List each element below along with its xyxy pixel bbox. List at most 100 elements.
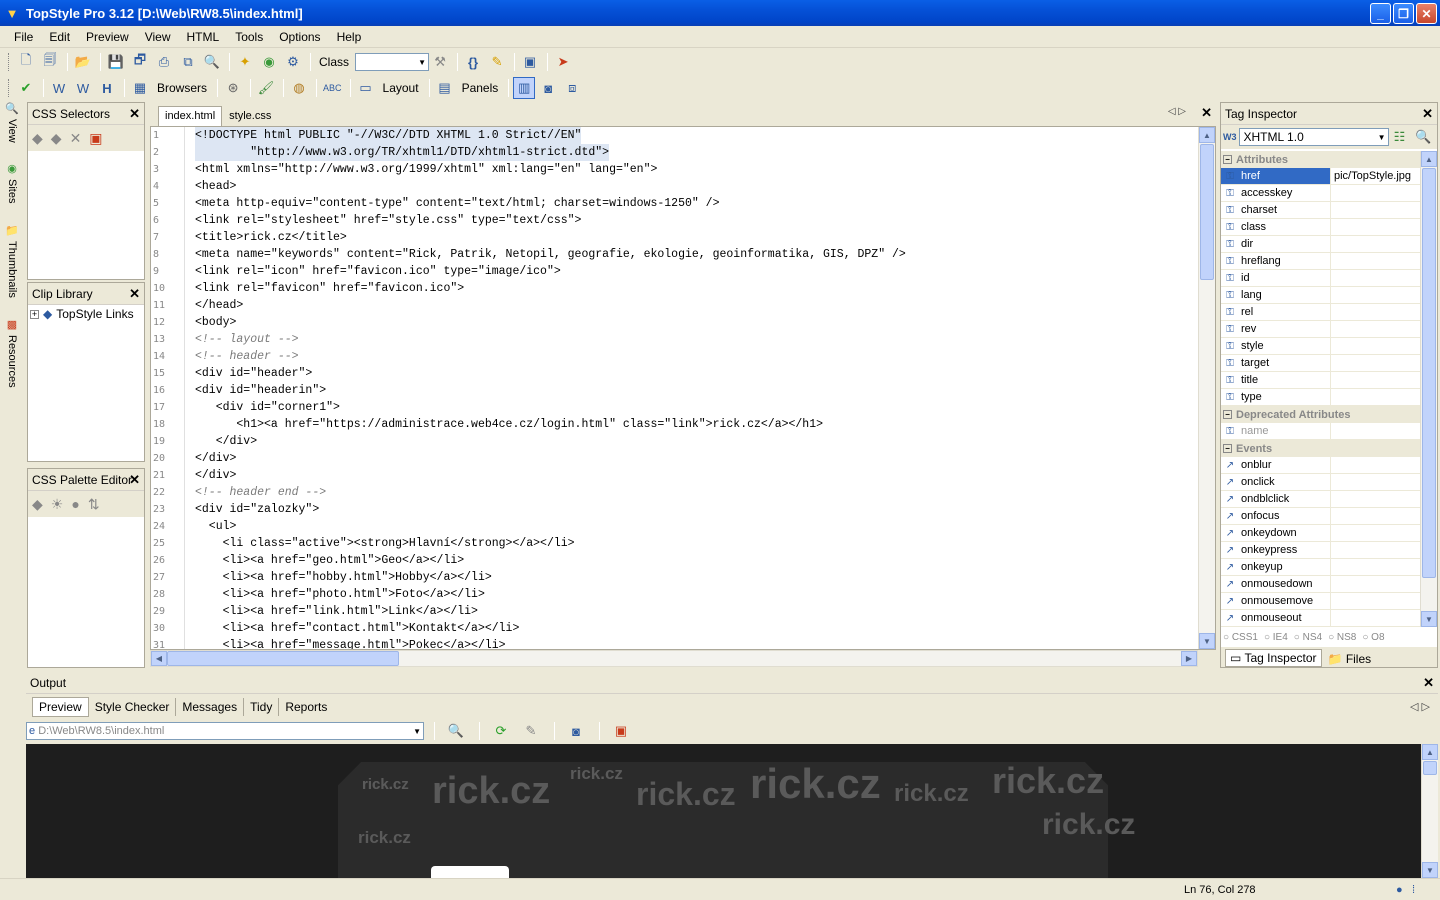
property-value[interactable]: pic/TopStyle.jpg — [1331, 168, 1423, 184]
doctype-dropdown[interactable]: XHTML 1.0 ▼ — [1238, 128, 1389, 146]
property-row[interactable]: ⚿ charset — [1221, 202, 1423, 219]
side-tab-thumbnails[interactable]: 📁 Thumbnails — [2, 224, 22, 314]
preview-search-icon[interactable]: 🔍 — [445, 720, 467, 742]
property-row[interactable]: ↗ onmouseout — [1221, 610, 1423, 627]
code-line[interactable]: <head> — [195, 178, 236, 195]
code-line[interactable]: <div id="headerin"> — [195, 382, 326, 399]
insert-image-icon[interactable]: ✦ — [234, 51, 256, 73]
code-line[interactable]: <li class="active"><strong>Hlavní</stron… — [195, 535, 575, 552]
property-value[interactable] — [1331, 202, 1423, 218]
property-value[interactable] — [1331, 253, 1423, 269]
property-row[interactable]: ↗ onkeypress — [1221, 542, 1423, 559]
menu-help[interactable]: Help — [329, 30, 370, 44]
list-icon[interactable]: ☷ — [1389, 126, 1411, 148]
tab-reports[interactable]: Reports — [279, 698, 333, 716]
property-row[interactable]: ↗ ondblclick — [1221, 491, 1423, 508]
print-icon[interactable]: ⎙ — [153, 51, 175, 73]
menu-preview[interactable]: Preview — [78, 30, 137, 44]
side-tab-view[interactable]: 🔍 View — [2, 102, 22, 158]
property-row[interactable]: ↗ onmousedown — [1221, 576, 1423, 593]
bucket-icon[interactable]: ◆ — [32, 496, 43, 513]
close-tab-icon[interactable]: ✕ — [1201, 105, 1212, 121]
code-line[interactable]: <link rel="stylesheet" href="style.css" … — [195, 212, 581, 229]
external-preview-icon[interactable]: ▣ — [610, 720, 632, 742]
tidy-icon[interactable]: ⊛ — [222, 77, 244, 99]
save-all-icon[interactable]: 🗗 — [129, 51, 151, 73]
preview-view-icon[interactable]: ◙ — [537, 77, 559, 99]
property-row[interactable]: ⚿ style — [1221, 338, 1423, 355]
collapse-icon[interactable]: − — [1223, 155, 1232, 164]
radio-ns8[interactable]: ○ NS8 — [1328, 632, 1356, 643]
run-icon[interactable]: ➤ — [552, 51, 574, 73]
property-value[interactable] — [1331, 372, 1423, 388]
layout-button[interactable]: Layout — [379, 77, 423, 99]
scroll-up-icon[interactable]: ▲ — [1421, 151, 1437, 167]
add-selector-icon[interactable]: ◆ — [32, 130, 43, 147]
radio-o8[interactable]: ○ O8 — [1362, 632, 1384, 643]
close-icon[interactable]: ✕ — [129, 286, 140, 302]
close-icon[interactable]: ✕ — [1423, 675, 1434, 691]
preview-pane[interactable]: rick.cz rick.cz rick.cz rick.cz rick.cz rick.… — [26, 744, 1422, 878]
property-value[interactable] — [1331, 593, 1423, 609]
code-line[interactable]: <meta name="keywords" content="Rick, Pat… — [195, 246, 906, 263]
property-row[interactable]: ⚿ type — [1221, 389, 1423, 406]
tab-style-checker[interactable]: Style Checker — [89, 698, 177, 716]
property-value[interactable] — [1331, 355, 1423, 371]
browsers-button[interactable]: Browsers — [153, 77, 211, 99]
code-line[interactable]: <li><a href="link.html">Link</a></li> — [195, 603, 478, 620]
code-line[interactable]: <title>rick.cz</title> — [195, 229, 347, 246]
scroll-up-icon[interactable]: ▲ — [1199, 127, 1215, 143]
property-value[interactable] — [1331, 474, 1423, 490]
edit-style-icon[interactable]: ✎ — [486, 51, 508, 73]
tab-messages[interactable]: Messages — [176, 698, 245, 716]
property-row[interactable]: ↗ onclick — [1221, 474, 1423, 491]
expand-icon[interactable]: + — [30, 309, 39, 319]
code-line[interactable]: <meta http-equiv="content-type" content=… — [195, 195, 720, 212]
property-value[interactable] — [1331, 270, 1423, 286]
refresh-icon[interactable]: ⟳ — [490, 720, 512, 742]
export-icon[interactable]: ▣ — [89, 130, 102, 147]
property-row[interactable]: ↗ onkeyup — [1221, 559, 1423, 576]
code-line[interactable]: <link rel="icon" href="favicon.ico" type… — [195, 263, 561, 280]
side-tab-sites[interactable]: ◉ Sites — [2, 162, 22, 218]
tab-tidy[interactable]: Tidy — [244, 698, 280, 716]
braces-icon[interactable]: {} — [462, 51, 484, 73]
property-value[interactable] — [1331, 559, 1423, 575]
collapse-icon[interactable]: − — [1223, 444, 1232, 453]
pencil-icon[interactable]: ✎ — [520, 720, 542, 742]
property-value[interactable] — [1331, 219, 1423, 235]
code-line[interactable]: <!-- header end --> — [195, 484, 326, 501]
scroll-thumb[interactable] — [1200, 144, 1214, 280]
tab-files[interactable]: 📁 Files — [1324, 651, 1376, 667]
property-row[interactable]: ⚿ rev — [1221, 321, 1423, 338]
w3c-css-icon[interactable]: W — [72, 77, 94, 99]
category-deprecated[interactable]: − Deprecated Attributes — [1221, 406, 1423, 423]
palette-icon[interactable]: ◍ — [288, 77, 310, 99]
dot-icon[interactable]: ● — [71, 496, 79, 512]
class-dropdown[interactable]: ▼ — [355, 53, 430, 71]
menu-tools[interactable]: Tools — [227, 30, 271, 44]
scroll-down-icon[interactable]: ▼ — [1421, 611, 1437, 627]
property-value[interactable] — [1331, 338, 1423, 354]
brush-icon[interactable]: 🖌 — [255, 77, 277, 99]
tab-preview[interactable]: Preview — [32, 697, 89, 717]
tab-style-css[interactable]: style.css — [222, 106, 279, 126]
copy-icon[interactable]: ⧉ — [177, 51, 199, 73]
property-row[interactable]: ⚿ lang — [1221, 287, 1423, 304]
property-value[interactable] — [1331, 525, 1423, 541]
scroll-down-icon[interactable]: ▼ — [1199, 633, 1215, 649]
code-editor[interactable]: 1 2 3 4 5 6 7 8 9 10 11 12 13 14 15 16 17 18 19 20 21 22 23 24 2… — [150, 126, 1216, 650]
code-line[interactable]: <html xmlns="http://www.w3.org/1999/xhtm… — [195, 161, 657, 178]
layout-icon[interactable]: ▭ — [355, 77, 377, 99]
scroll-thumb[interactable] — [1422, 168, 1436, 578]
minimize-button[interactable]: _ — [1370, 3, 1391, 24]
inspector-vscroll[interactable]: ▲ ▼ — [1420, 151, 1437, 627]
property-row[interactable]: ⚿ name — [1221, 423, 1423, 440]
property-value[interactable] — [1331, 389, 1423, 405]
tab-scroll-icon[interactable]: ◁ ▷ — [1168, 106, 1186, 117]
property-row[interactable]: ⚿ dir — [1221, 236, 1423, 253]
code-line[interactable]: <link rel="favicon" href="favicon.ico"> — [195, 280, 464, 297]
tab-index-html[interactable]: index.html — [158, 106, 223, 126]
code-line[interactable]: <li><a href="contact.html">Kontakt</a></… — [195, 620, 520, 637]
menu-html[interactable]: HTML — [179, 30, 228, 44]
